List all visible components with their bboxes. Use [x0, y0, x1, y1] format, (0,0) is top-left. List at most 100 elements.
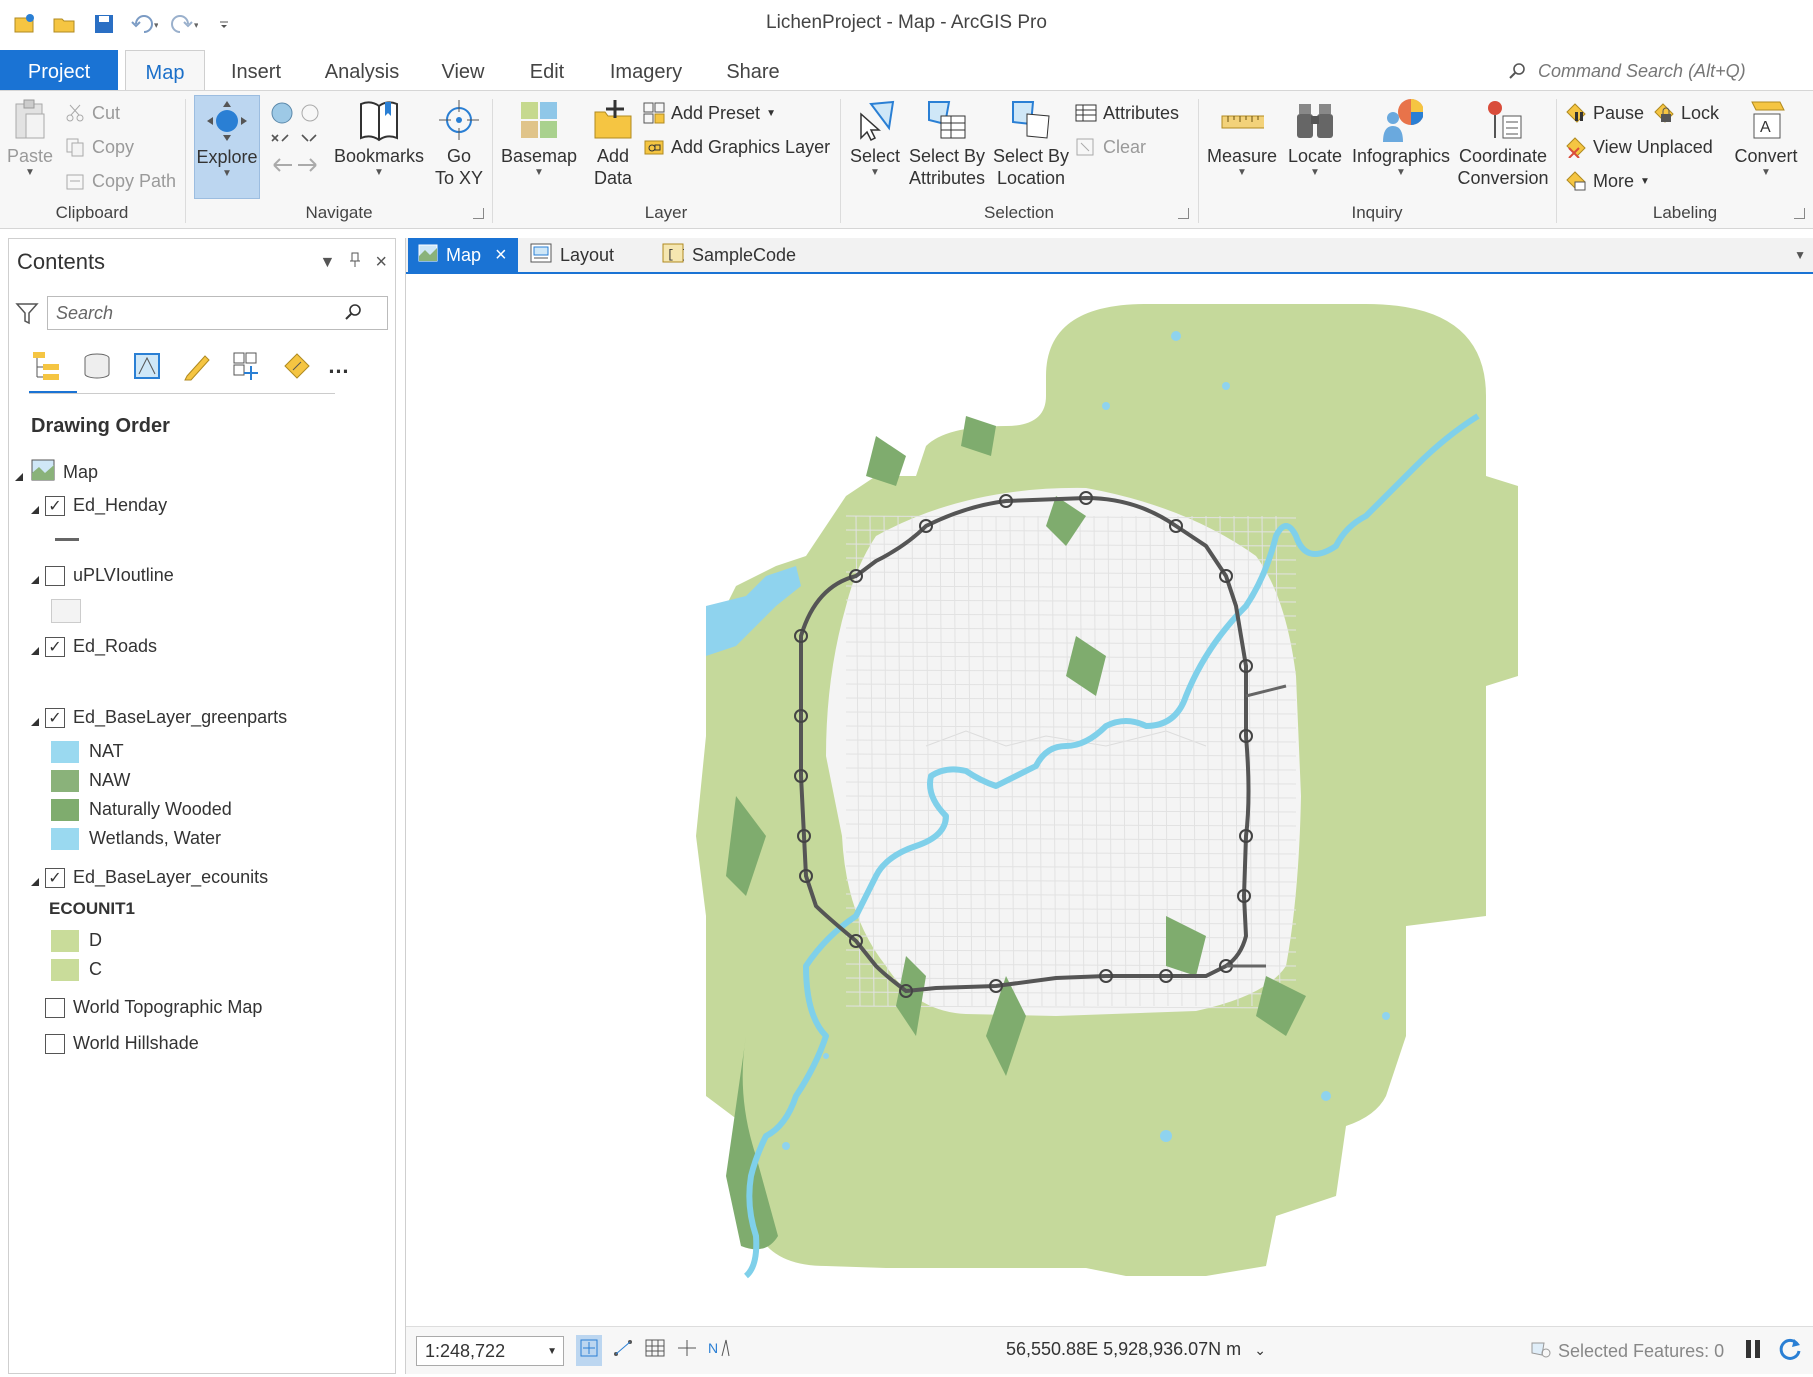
- lock-labeling-button[interactable]: Lock: [1653, 99, 1719, 127]
- tab-share[interactable]: Share: [715, 50, 791, 90]
- tab-map[interactable]: Map: [125, 50, 205, 91]
- layer-visibility-checkbox[interactable]: ✓: [45, 636, 65, 657]
- tree-map[interactable]: Map: [13, 459, 98, 486]
- layer-visibility-checkbox[interactable]: ✓: [45, 867, 65, 888]
- legend-swatch[interactable]: [51, 959, 79, 981]
- filter-icon[interactable]: [15, 301, 39, 330]
- explore-button[interactable]: Explore ▼: [194, 95, 260, 199]
- navigate-dialog-launcher[interactable]: [473, 208, 484, 219]
- convert-button[interactable]: A Convert ▼: [1725, 95, 1807, 179]
- list-by-selection-icon[interactable]: [129, 348, 165, 384]
- bookmarks-button[interactable]: Bookmarks ▼: [332, 95, 426, 179]
- binoculars-icon: [1293, 95, 1337, 145]
- tab-imagery[interactable]: Imagery: [597, 50, 695, 90]
- refresh-icon[interactable]: [1776, 1335, 1804, 1368]
- map-rendering: [696, 304, 1518, 1279]
- tree-layer-uplvioutline[interactable]: uPLVIoutline: [29, 565, 174, 586]
- coordinate-readout[interactable]: 56,550.88E 5,928,936.07N m ⌄: [1006, 1339, 1266, 1360]
- tab-edit[interactable]: Edit: [518, 50, 576, 90]
- map-canvas[interactable]: [406, 276, 1813, 1326]
- pause-drawing-icon[interactable]: [1742, 1337, 1764, 1366]
- north-arrow-icon[interactable]: N: [708, 1338, 730, 1363]
- collapse-icon[interactable]: [29, 500, 41, 514]
- tab-insert[interactable]: Insert: [216, 50, 296, 90]
- add-preset-button[interactable]: Add Preset ▼: [643, 99, 776, 127]
- tab-project[interactable]: Project: [0, 50, 118, 90]
- view-list-dropdown-icon[interactable]: ▼: [1794, 248, 1806, 262]
- grid-icon[interactable]: [644, 1338, 666, 1363]
- command-search[interactable]: Command Search (Alt+Q): [1508, 56, 1808, 86]
- list-by-labeling-icon[interactable]: [279, 348, 315, 384]
- labeling-dialog-launcher[interactable]: [1794, 208, 1805, 219]
- tree-layer-greenparts[interactable]: ✓ Ed_BaseLayer_greenparts: [29, 707, 287, 728]
- basemap-button[interactable]: Basemap ▼: [501, 95, 577, 179]
- more-labeling-button[interactable]: More ▼: [1565, 167, 1650, 195]
- select-by-location-button[interactable]: Select By Location: [991, 95, 1071, 189]
- go-to-xy-button[interactable]: Go To XY: [430, 95, 488, 189]
- list-by-editing-icon[interactable]: [179, 348, 215, 384]
- add-graphics-layer-button[interactable]: Add Graphics Layer: [643, 133, 830, 161]
- list-by-data-source-icon[interactable]: [79, 348, 115, 384]
- pane-menu-icon[interactable]: ▼: [319, 254, 335, 272]
- clear-selection-button[interactable]: Clear: [1075, 133, 1146, 161]
- tree-layer-world-topo[interactable]: World Topographic Map: [45, 997, 262, 1018]
- layer-visibility-checkbox[interactable]: [45, 1033, 65, 1054]
- legend-swatch[interactable]: [51, 799, 79, 821]
- close-icon[interactable]: ×: [375, 251, 387, 274]
- collapse-icon[interactable]: [29, 641, 41, 655]
- layer-visibility-checkbox[interactable]: [45, 997, 65, 1018]
- copy-path-button[interactable]: Copy Path: [64, 167, 176, 195]
- legend-swatch[interactable]: [51, 770, 79, 792]
- tree-layer-world-hillshade[interactable]: World Hillshade: [45, 1033, 199, 1054]
- list-by-drawing-order-icon[interactable]: [29, 348, 65, 384]
- legend-swatch[interactable]: [51, 828, 79, 850]
- scale-value: 1:248,722: [425, 1341, 506, 1361]
- contents-title: Contents: [17, 249, 106, 274]
- add-data-icon: [591, 95, 635, 145]
- layer-visibility-checkbox[interactable]: [45, 565, 65, 586]
- selected-features-indicator[interactable]: Selected Features: 0: [1530, 1339, 1724, 1364]
- group-clipboard: Paste ▼ Cut Copy Copy Path Clipboard: [0, 91, 184, 229]
- layer-visibility-checkbox[interactable]: ✓: [45, 495, 65, 516]
- tab-analysis[interactable]: Analysis: [314, 50, 410, 90]
- pin-icon[interactable]: [349, 252, 361, 273]
- select-button[interactable]: Select ▼: [845, 95, 905, 179]
- collapse-icon[interactable]: [29, 872, 41, 886]
- contents-pane: Contents ▼ × Search … Drawing Order Map …: [8, 238, 396, 1374]
- tab-view[interactable]: View: [430, 50, 496, 90]
- measure-button[interactable]: Measure ▼: [1205, 95, 1279, 179]
- add-data-button[interactable]: Add Data: [581, 95, 645, 189]
- view-tab-samplecode[interactable]: [ ] SampleCode: [652, 238, 812, 272]
- command-search-placeholder: Command Search (Alt+Q): [1538, 60, 1746, 81]
- snapping-icon[interactable]: [612, 1338, 634, 1363]
- locate-button[interactable]: Locate ▼: [1283, 95, 1347, 179]
- cut-button[interactable]: Cut: [64, 99, 120, 127]
- collapse-icon[interactable]: [13, 467, 25, 481]
- contents-search-input[interactable]: Search: [47, 296, 388, 330]
- fixed-zoom-icon[interactable]: [576, 1335, 602, 1366]
- view-tab-map[interactable]: Map ×: [408, 238, 518, 272]
- attributes-button[interactable]: Attributes: [1075, 99, 1179, 127]
- paste-button[interactable]: Paste ▼: [4, 95, 56, 179]
- tree-layer-ed-henday[interactable]: ✓ Ed_Henday: [29, 495, 167, 516]
- constraints-icon[interactable]: [676, 1338, 698, 1363]
- tree-layer-ecounits[interactable]: ✓ Ed_BaseLayer_ecounits: [29, 867, 268, 888]
- scale-selector[interactable]: 1:248,722 ▼: [416, 1336, 564, 1366]
- collapse-icon[interactable]: [29, 712, 41, 726]
- selection-dialog-launcher[interactable]: [1178, 208, 1189, 219]
- list-by-snapping-icon[interactable]: [229, 348, 265, 384]
- pause-labeling-button[interactable]: Pause: [1565, 99, 1644, 127]
- tree-layer-ed-roads[interactable]: ✓ Ed_Roads: [29, 636, 157, 657]
- select-by-attributes-button[interactable]: Select By Attributes: [907, 95, 987, 189]
- view-tab-layout[interactable]: Layout: [520, 238, 650, 272]
- more-options-icon[interactable]: …: [328, 348, 350, 384]
- legend-swatch[interactable]: [51, 930, 79, 952]
- view-unplaced-button[interactable]: View Unplaced: [1565, 133, 1713, 161]
- close-icon[interactable]: ×: [495, 244, 507, 267]
- layer-visibility-checkbox[interactable]: ✓: [45, 707, 65, 728]
- collapse-icon[interactable]: [29, 570, 41, 584]
- legend-swatch[interactable]: [51, 741, 79, 763]
- infographics-button[interactable]: Infographics ▼: [1349, 95, 1453, 179]
- coordinate-conversion-button[interactable]: Coordinate Conversion: [1455, 95, 1551, 189]
- copy-button[interactable]: Copy: [64, 133, 134, 161]
